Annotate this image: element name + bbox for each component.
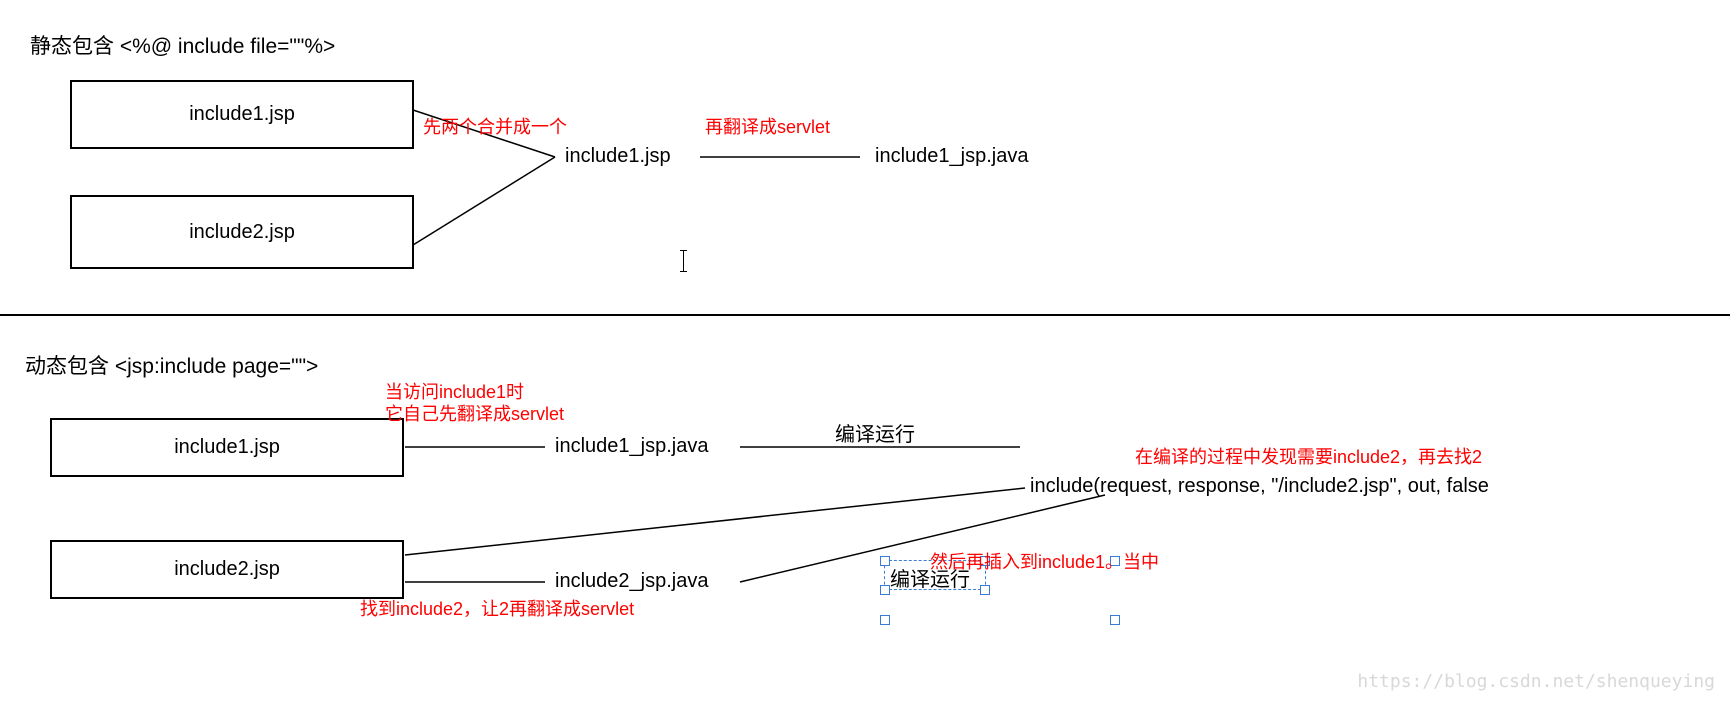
dynamic-box-include2: include2.jsp — [50, 540, 404, 599]
static-box-include1: include1.jsp — [70, 80, 414, 149]
resize-handle-icon[interactable] — [980, 585, 990, 595]
static-translate-note: 再翻译成servlet — [705, 113, 830, 139]
resize-handle-icon[interactable] — [880, 556, 890, 566]
dynamic-include-call: include(request, response, "/include2.js… — [1030, 475, 1489, 498]
dynamic-title: 动态包含 <jsp:include page=""> — [25, 350, 318, 380]
dynamic-note4: 然后再插入到include1。当中 — [930, 548, 1159, 574]
static-box1-label: include1.jsp — [189, 103, 295, 126]
watermark-text: https://blog.csdn.net/shenqueying — [1357, 671, 1715, 692]
dynamic-compile-run1: 编译运行 — [835, 418, 915, 447]
static-merge-note: 先两个合并成一个 — [423, 113, 567, 139]
static-box-include2: include2.jsp — [70, 195, 414, 269]
dynamic-servlet2-text: include2_jsp.java — [555, 570, 708, 593]
dynamic-box-include1: include1.jsp — [50, 418, 404, 477]
static-title: 静态包含 <%@ include file=""%> — [30, 30, 335, 60]
resize-handle-icon[interactable] — [880, 615, 890, 625]
dynamic-box2-label: include2.jsp — [174, 558, 280, 581]
dynamic-servlet1-text: include1_jsp.java — [555, 435, 708, 458]
static-merged-text: include1.jsp — [565, 145, 671, 168]
dynamic-note1-line2: 它自己先翻译成servlet — [385, 400, 564, 426]
static-servlet-text: include1_jsp.java — [875, 145, 1028, 168]
text-cursor-icon — [683, 250, 684, 272]
resize-handle-icon[interactable] — [880, 585, 890, 595]
dynamic-note2: 在编译的过程中发现需要include2，再去找2 — [1135, 443, 1482, 469]
static-box2-label: include2.jsp — [189, 221, 295, 244]
resize-handle-icon[interactable] — [1110, 615, 1120, 625]
dynamic-note3: 找到include2，让2再翻译成servlet — [360, 595, 634, 621]
dynamic-box1-label: include1.jsp — [174, 436, 280, 459]
